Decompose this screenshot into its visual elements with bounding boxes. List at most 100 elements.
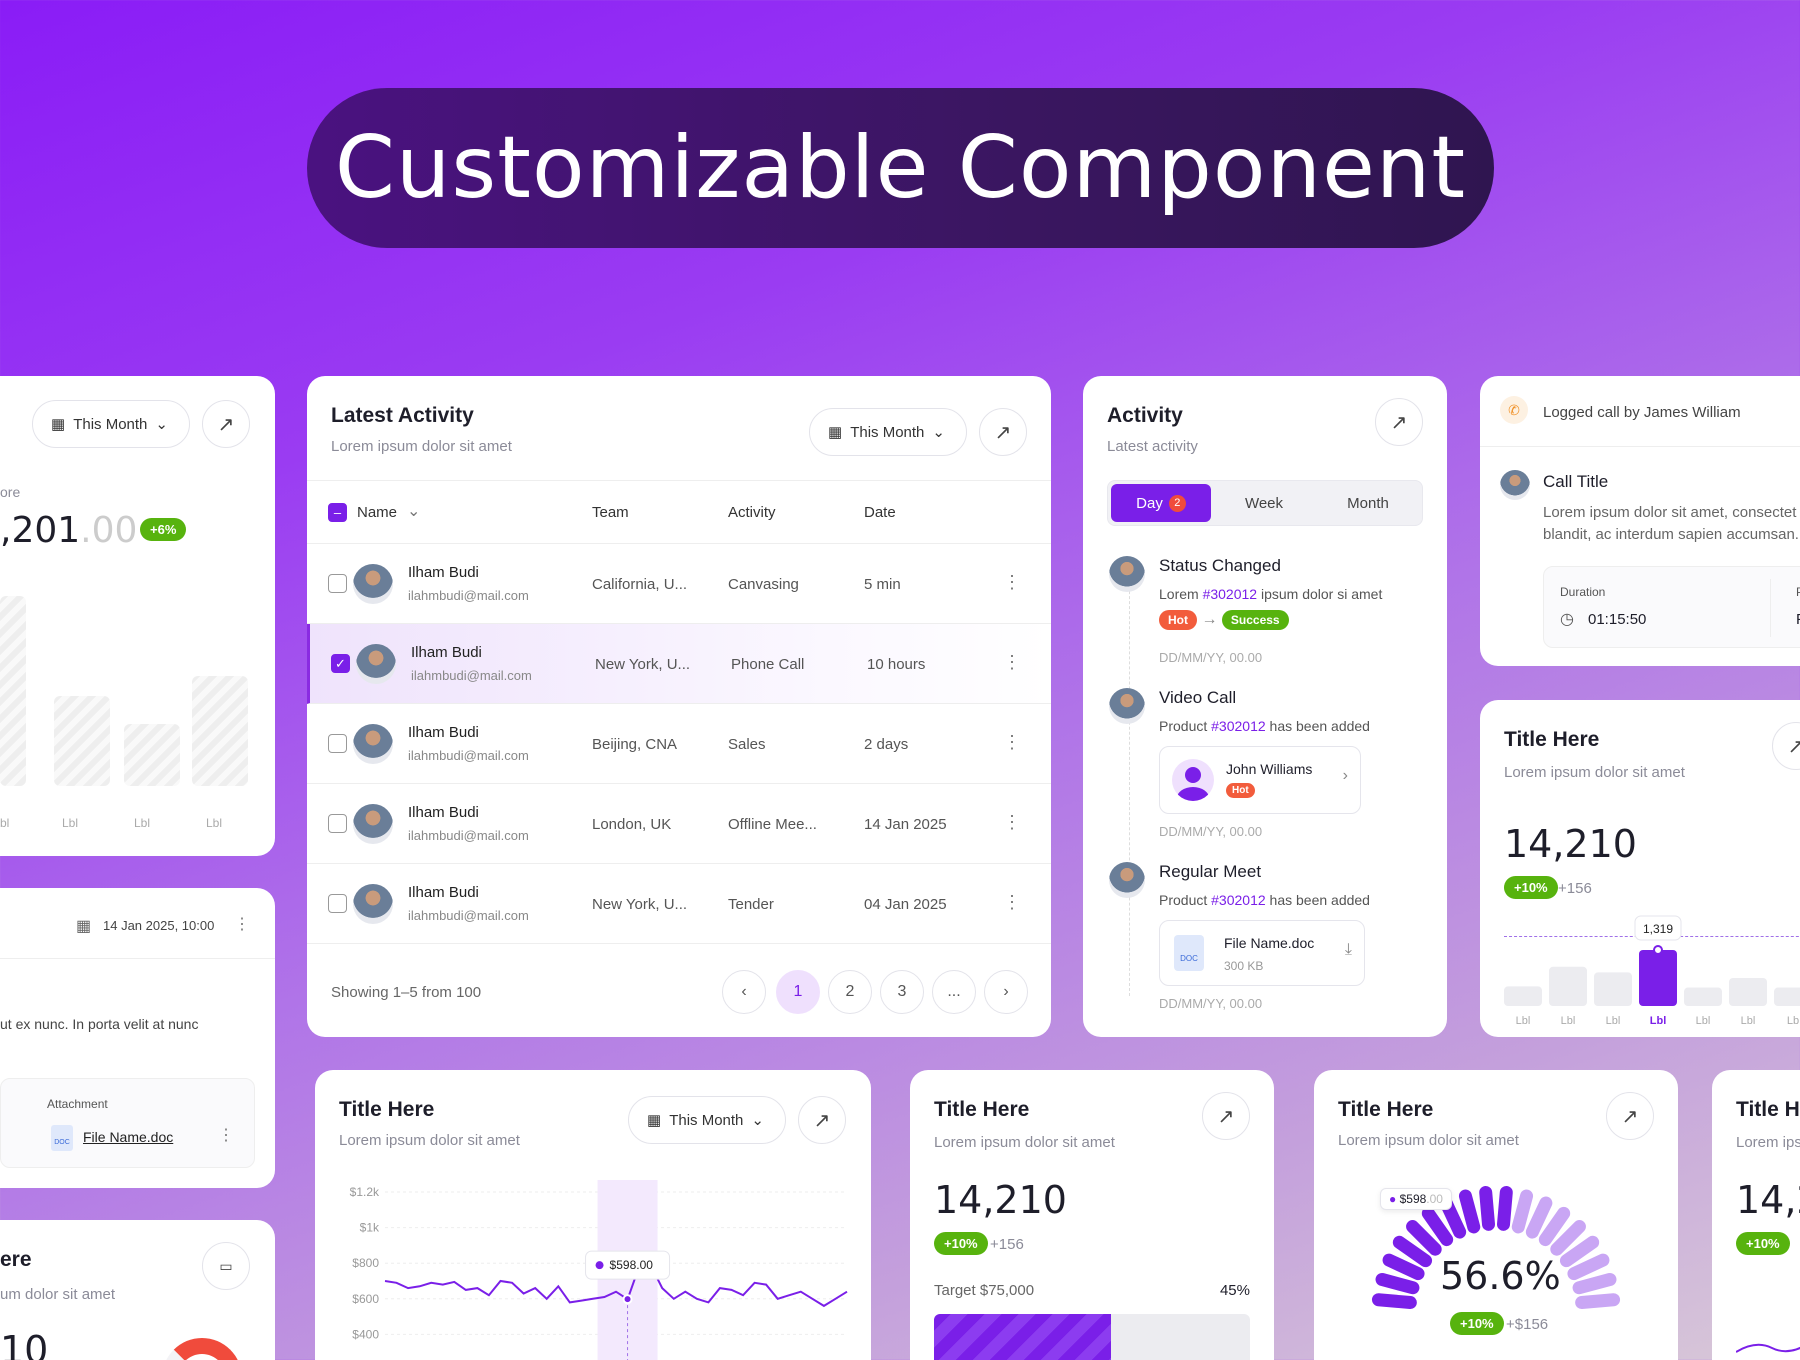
table-row[interactable]: Ilham Budi ilahmbudi@mail.com New York, U.… — [307, 864, 1051, 944]
card-subtitle: Lorem ipsum dolor sit amet — [331, 438, 512, 455]
tab-month[interactable]: Month — [1318, 484, 1418, 522]
expand-button[interactable]: ↗ — [1375, 398, 1423, 446]
gauge-segment — [1511, 1189, 1534, 1234]
avatar — [353, 804, 393, 844]
row-checkbox[interactable] — [328, 894, 347, 913]
row-checkbox[interactable]: ✓ — [331, 654, 350, 673]
filter-dropdown[interactable]: ▦ This Month ⌄ — [32, 400, 190, 448]
bar-stats-card: Title Here Lorem ipsum dolor sit amet ↗ … — [1480, 700, 1800, 1037]
table-row[interactable]: ✓ Ilham Budi ilahmbudi@mail.com New York, U… — [307, 624, 1051, 704]
tab-day[interactable]: Day 2 — [1111, 484, 1211, 522]
filter-dropdown[interactable]: ▦ This Month ⌄ — [628, 1096, 786, 1144]
activity-card: Activity Latest activity ↗ Day 2 Week Mon… — [1083, 376, 1447, 1037]
row-name: Ilham Budi — [408, 564, 479, 581]
gauge-segment — [1575, 1293, 1621, 1310]
bar-label: Lbl — [1606, 1015, 1621, 1027]
table-row[interactable]: Ilham Budi ilahmbudi@mail.com London, UK Of… — [307, 784, 1051, 864]
gauge-segment — [1567, 1253, 1610, 1281]
row-date: 2 days — [864, 736, 909, 753]
target-progress-track — [934, 1314, 1250, 1360]
column-name[interactable]: Name — [357, 504, 397, 521]
row-name: Ilham Budi — [408, 804, 479, 821]
select-all-checkbox[interactable]: – — [328, 503, 347, 522]
chevron-down-icon: ⌄ — [751, 1112, 764, 1129]
tab-week[interactable]: Week — [1214, 484, 1314, 522]
line-chart-card: Title Here Lorem ipsum dolor sit amet ▦ … — [315, 1070, 871, 1360]
stat-label: ore — [0, 484, 21, 500]
expand-button[interactable]: ↗ — [1606, 1092, 1654, 1140]
contact-chip[interactable]: John Williams Hot › — [1159, 746, 1361, 814]
target-progress-fill — [934, 1314, 1111, 1360]
expand-button[interactable]: ↗ — [1202, 1092, 1250, 1140]
bar-marker — [1653, 945, 1663, 955]
table-row[interactable]: Ilham Budi ilahmbudi@mail.com Beijing, CNA… — [307, 704, 1051, 784]
trend-line — [1736, 1343, 1800, 1353]
avatar — [1500, 470, 1530, 500]
note-text: ut ex nunc. In porta velit at nunc — [0, 1016, 199, 1032]
prev-page-button[interactable]: ‹ — [722, 970, 766, 1014]
filter-dropdown[interactable]: ▦ This Month ⌄ — [809, 408, 967, 456]
bar-tooltip: 1,319 — [1643, 922, 1673, 936]
calendar-icon: ▦ — [828, 424, 843, 441]
line-chart: $1.2k$1k$800$600$400$200$598.00 — [350, 1180, 848, 1360]
row-checkbox[interactable] — [328, 814, 347, 833]
row-checkbox[interactable] — [328, 734, 347, 753]
timeline-line — [1129, 576, 1130, 996]
row-activity: Canvasing — [728, 576, 799, 593]
file-chip[interactable]: DOC File Name.doc 300 KB ⤓ — [1159, 920, 1365, 986]
y-tick-label: $400 — [352, 1327, 379, 1341]
more-icon[interactable]: ⋮ — [234, 914, 250, 934]
attachment-file-link[interactable]: File Name.doc — [83, 1129, 173, 1145]
revenue-bar-card: ▦ This Month ⌄ ↗ ore ,201.00 +6% bl Lbl … — [0, 376, 275, 856]
table-row[interactable]: Ilham Budi ilahmbudi@mail.com California, … — [307, 544, 1051, 624]
row-date: 5 min — [864, 576, 901, 593]
row-team: Beijing, CNA — [592, 736, 678, 753]
donut-card: ere um dolor sit amet ▭ 10 — [0, 1220, 275, 1360]
row-email: ilahmbudi@mail.com — [411, 668, 532, 683]
wallet-button[interactable]: ▭ — [202, 1242, 250, 1290]
page-2[interactable]: 2 — [828, 970, 872, 1014]
page-3[interactable]: 3 — [880, 970, 924, 1014]
gauge-segment — [1371, 1293, 1417, 1310]
page-1[interactable]: 1 — [776, 970, 820, 1014]
stat-value: ,201.00 — [0, 510, 138, 551]
arrow-up-right-icon: ↗ — [994, 421, 1012, 444]
more-icon[interactable]: ⋮ — [1003, 812, 1021, 833]
chevron-down-icon: ⌄ — [932, 424, 945, 441]
gauge-segment — [1382, 1253, 1425, 1281]
bar — [1639, 950, 1677, 1006]
y-tick-label: $1.2k — [350, 1185, 380, 1199]
more-icon[interactable]: ⋮ — [218, 1125, 234, 1145]
download-icon[interactable]: ⤓ — [1345, 941, 1352, 959]
row-checkbox[interactable] — [328, 574, 347, 593]
expand-button[interactable]: ↗ — [1772, 722, 1800, 770]
avatar — [1109, 862, 1145, 898]
bar — [1684, 987, 1722, 1006]
page-ellipsis[interactable]: ... — [932, 970, 976, 1014]
arrow-up-right-icon: ↗ — [1787, 735, 1800, 758]
period-tabs: Day 2 Week Month — [1107, 480, 1423, 526]
next-page-button[interactable]: › — [984, 970, 1028, 1014]
gauge-segment — [1496, 1185, 1513, 1231]
arrow-up-right-icon: ↗ — [1621, 1105, 1639, 1128]
row-activity: Offline Mee... — [728, 816, 817, 833]
more-icon[interactable]: ⋮ — [1003, 652, 1021, 673]
bar — [1594, 972, 1632, 1006]
chevron-down-icon[interactable]: ⌄ — [407, 501, 420, 521]
bar — [1504, 986, 1542, 1006]
expand-button[interactable]: ↗ — [798, 1096, 846, 1144]
row-email: ilahmbudi@mail.com — [408, 908, 529, 923]
more-icon[interactable]: ⋮ — [1003, 892, 1021, 913]
gauge-tooltip: ● $598.00 — [1380, 1188, 1452, 1210]
gauge-segment — [1572, 1272, 1617, 1295]
arrow-up-right-icon: ↗ — [813, 1109, 831, 1132]
chevron-down-icon: ⌄ — [155, 416, 168, 433]
expand-button[interactable]: ↗ — [202, 400, 250, 448]
doc-icon: DOC — [1174, 935, 1204, 971]
pagination-summary: Showing 1–5 from 100 — [331, 984, 482, 1001]
bar-label: Lbl — [1516, 1015, 1531, 1027]
expand-button[interactable]: ↗ — [979, 408, 1027, 456]
more-icon[interactable]: ⋮ — [1003, 732, 1021, 753]
bar-chart: Lbl Lbl Lbl Lbl 1,319 Lbl Lbl Lb — [1504, 915, 1800, 1027]
more-icon[interactable]: ⋮ — [1003, 572, 1021, 593]
